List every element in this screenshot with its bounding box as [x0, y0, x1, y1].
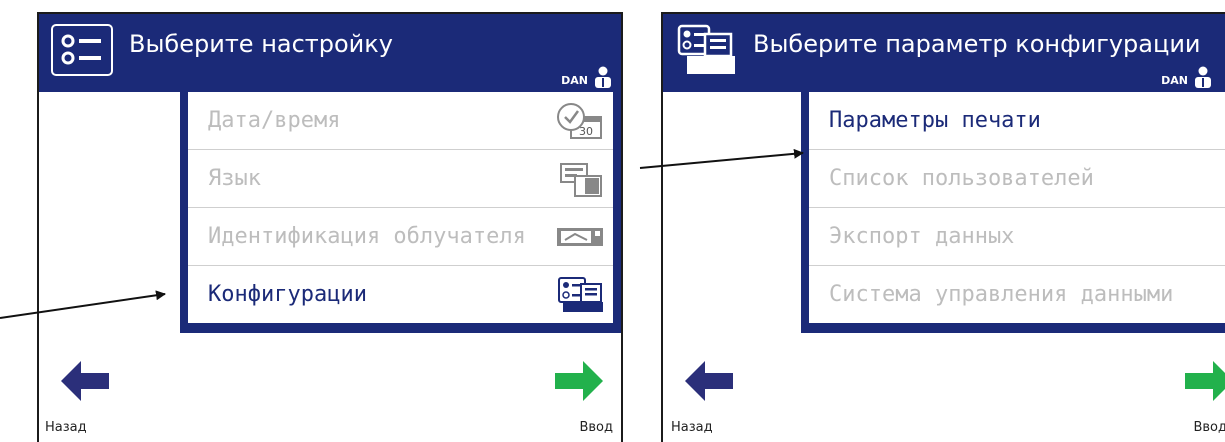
- enter-label: Ввод: [579, 420, 613, 435]
- user-indicator: DAN: [561, 66, 613, 88]
- back-label: Назад: [671, 420, 713, 435]
- user-icon: [595, 66, 611, 88]
- enter-arrow-icon[interactable]: [1183, 359, 1225, 403]
- menu-item-label: Язык: [208, 166, 261, 191]
- menu-item-configurations[interactable]: Конфигурации: [188, 266, 613, 323]
- configuration-icon: [558, 277, 603, 312]
- menu-item-label: Идентификация облучателя: [208, 224, 526, 249]
- irradiator-icon: [557, 228, 603, 246]
- configuration-screen: Выберите параметр конфигурации DAN Парам…: [661, 12, 1225, 442]
- calendar-clock-icon: 30: [557, 103, 602, 139]
- menu-item-label: Экспорт данных: [829, 224, 1015, 249]
- enter-label: Ввод: [1193, 420, 1225, 435]
- menu-item-data-management-system[interactable]: Система управления данными: [809, 266, 1225, 323]
- menu-item-label: Конфигурации: [208, 282, 367, 307]
- menu-item-data-export[interactable]: Экспорт данных: [809, 208, 1225, 266]
- screen-header: Выберите настройку DAN: [39, 14, 621, 92]
- user-icon: [1195, 66, 1211, 88]
- user-name: DAN: [561, 74, 588, 87]
- enter-arrow-icon[interactable]: [553, 359, 605, 403]
- page-title: Выберите настройку: [129, 30, 393, 58]
- user-indicator: DAN: [1161, 66, 1213, 88]
- page-title: Выберите параметр конфигурации: [753, 30, 1201, 58]
- menu-item-language[interactable]: Язык: [188, 150, 613, 208]
- user-name: DAN: [1161, 74, 1188, 87]
- menu-item-label: Дата/время: [208, 108, 341, 133]
- menu-item-label: Система управления данными: [829, 282, 1174, 307]
- menu-item-user-list[interactable]: Список пользователей: [809, 150, 1225, 208]
- menu-item-label: Список пользователей: [829, 166, 1094, 191]
- menu-item-label: Параметры печати: [829, 108, 1041, 133]
- screen-header: Выберите параметр конфигурации DAN: [663, 14, 1225, 92]
- back-arrow-icon[interactable]: [683, 359, 735, 403]
- back-arrow-icon[interactable]: [59, 359, 111, 403]
- menu-item-date-time[interactable]: Дата/время 30: [188, 92, 613, 150]
- settings-screen: Выберите настройку DAN Дата/время 30 Язы…: [37, 12, 623, 442]
- settings-icon: [51, 24, 113, 76]
- menu-item-irradiator-id[interactable]: Идентификация облучателя: [188, 208, 613, 266]
- calendar-day: 30: [579, 125, 593, 138]
- settings-menu: Дата/время 30 Язык Идентификация облучат…: [180, 92, 621, 333]
- menu-item-print-settings[interactable]: Параметры печати: [809, 92, 1225, 150]
- configuration-header-icon: [675, 22, 739, 78]
- back-label: Назад: [45, 420, 87, 435]
- configuration-menu: Параметры печати Список пользователей Эк…: [801, 92, 1225, 333]
- language-icon: [560, 163, 602, 197]
